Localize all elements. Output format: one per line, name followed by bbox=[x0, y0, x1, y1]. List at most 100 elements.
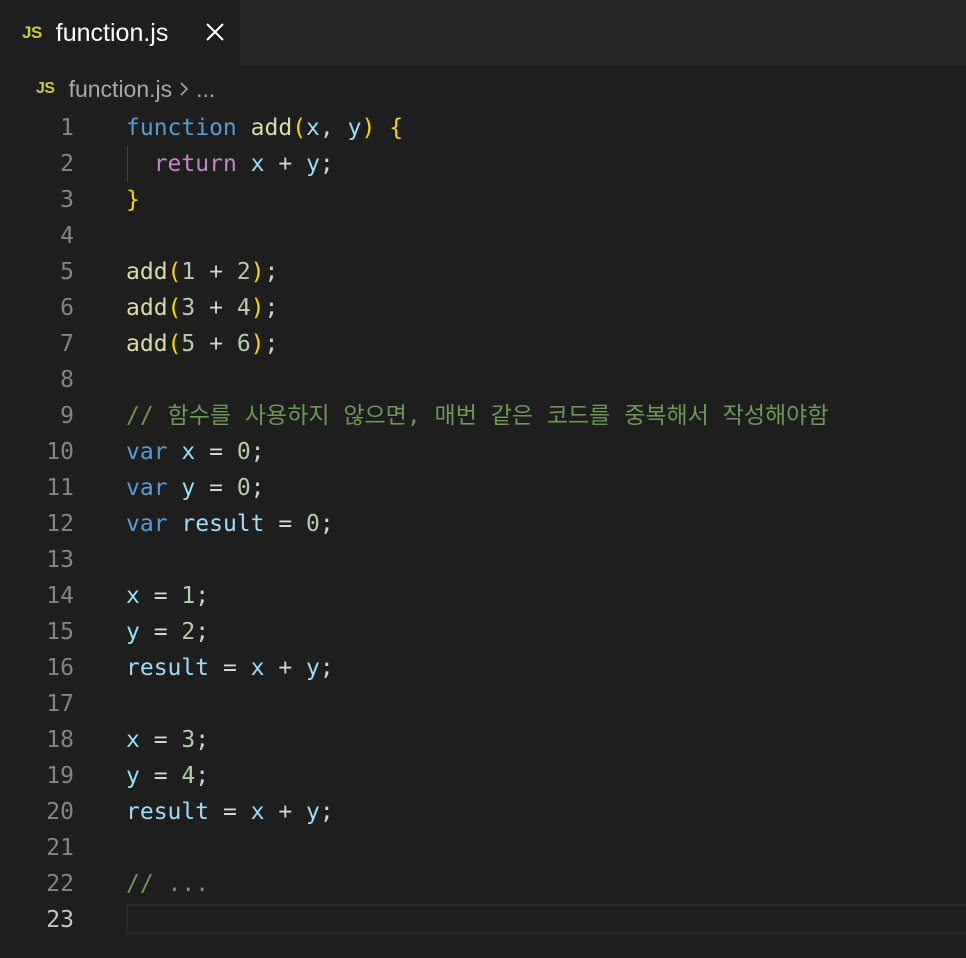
code-token: function bbox=[126, 115, 237, 141]
line-number: 17 bbox=[46, 691, 74, 717]
code-text: y = 4; bbox=[126, 758, 209, 794]
code-token: ; bbox=[319, 151, 334, 177]
code-token: ; bbox=[319, 511, 334, 537]
code-line[interactable]: 10 var x = 0; bbox=[0, 434, 966, 470]
code-token: + bbox=[195, 295, 237, 321]
code-token: y bbox=[126, 619, 140, 645]
code-editor[interactable]: 1 function add(x, y) {2 return x + y; 3} 4 5… bbox=[0, 110, 966, 938]
code-line[interactable]: 22 // ... bbox=[0, 866, 966, 902]
code-line[interactable]: 15 y = 2; bbox=[0, 614, 966, 650]
line-number: 13 bbox=[46, 547, 74, 573]
code-line[interactable]: 23 bbox=[0, 902, 966, 938]
code-line[interactable]: 12 var result = 0; bbox=[0, 506, 966, 542]
code-line[interactable]: 9 // 함수를 사용하지 않으면, 매번 같은 코드를 중복해서 작성해야함 bbox=[0, 398, 966, 434]
code-line[interactable]: 18 x = 3; bbox=[0, 722, 966, 758]
line-number: 12 bbox=[46, 511, 74, 537]
code-text: x = 1; bbox=[126, 578, 209, 614]
code-token: ; bbox=[319, 799, 334, 825]
line-number: 11 bbox=[46, 475, 74, 501]
tab-function-js[interactable]: JS function.js bbox=[0, 0, 240, 66]
code-line[interactable]: 7 add(5 + 6); bbox=[0, 326, 966, 362]
code-token: x bbox=[306, 115, 320, 141]
line-number: 15 bbox=[46, 619, 74, 645]
line-number: 21 bbox=[46, 835, 74, 861]
code-token: ; bbox=[195, 583, 210, 609]
code-token: 1 bbox=[181, 259, 196, 285]
line-number: 16 bbox=[46, 655, 74, 681]
code-token: ; bbox=[319, 655, 334, 681]
code-line[interactable]: 1 function add(x, y) { bbox=[0, 110, 966, 146]
line-number: 14 bbox=[46, 583, 74, 609]
code-line[interactable]: 13 bbox=[0, 542, 966, 578]
code-token: ; bbox=[250, 475, 265, 501]
code-line[interactable]: 6 add(3 + 4); bbox=[0, 290, 966, 326]
code-line[interactable]: 16 result = x + y; bbox=[0, 650, 966, 686]
code-token: ; bbox=[250, 439, 265, 465]
code-token: y bbox=[306, 799, 320, 825]
code-token: x bbox=[126, 727, 140, 753]
code-token: } bbox=[126, 187, 140, 213]
line-number: 23 bbox=[46, 907, 74, 933]
code-token: result bbox=[126, 655, 210, 681]
code-text: y = 2; bbox=[126, 614, 209, 650]
code-token: = bbox=[264, 511, 307, 537]
code-text: // 함수를 사용하지 않으면, 매번 같은 코드를 중복해서 작성해야함 bbox=[126, 398, 828, 434]
code-text: function add(x, y) { bbox=[126, 110, 403, 146]
code-token: = bbox=[209, 799, 251, 825]
code-token: 2 bbox=[181, 619, 196, 645]
code-line[interactable]: 17 bbox=[0, 686, 966, 722]
code-text: result = x + y; bbox=[126, 794, 334, 830]
code-token: x bbox=[181, 439, 196, 465]
code-token: + bbox=[264, 655, 307, 681]
code-line[interactable]: 21 bbox=[0, 830, 966, 866]
code-token: result bbox=[181, 511, 265, 537]
code-token: add bbox=[126, 259, 168, 285]
code-token: ) bbox=[250, 295, 265, 321]
code-token: 0 bbox=[236, 475, 251, 501]
code-text: add(3 + 4); bbox=[126, 290, 278, 326]
code-token: 1 bbox=[181, 583, 196, 609]
line-number: 10 bbox=[46, 439, 74, 465]
code-token: = bbox=[209, 655, 251, 681]
code-token: 0 bbox=[236, 439, 251, 465]
code-token: var bbox=[126, 439, 168, 465]
code-token: = bbox=[195, 439, 237, 465]
code-token: var bbox=[126, 475, 168, 501]
code-token: ( bbox=[292, 115, 307, 141]
code-line[interactable]: 4 bbox=[0, 218, 966, 254]
code-token: = bbox=[139, 619, 182, 645]
code-token: // 함수를 사용하지 않으면, 매번 같은 코드를 중복해서 작성해야함 bbox=[126, 403, 829, 429]
breadcrumb-file[interactable]: function.js bbox=[69, 76, 173, 103]
code-token: ( bbox=[167, 259, 182, 285]
close-icon[interactable] bbox=[200, 17, 230, 47]
code-token: { bbox=[389, 115, 404, 141]
code-line[interactable]: 11 var y = 0; bbox=[0, 470, 966, 506]
line-number: 18 bbox=[46, 727, 74, 753]
breadcrumb-more[interactable]: ... bbox=[196, 76, 215, 103]
code-token: return bbox=[153, 151, 237, 177]
code-token: + bbox=[264, 151, 307, 177]
code-line[interactable]: 5 add(1 + 2); bbox=[0, 254, 966, 290]
code-line[interactable]: 14 x = 1; bbox=[0, 578, 966, 614]
tab-bar: JS function.js bbox=[0, 0, 966, 66]
code-line[interactable]: 19 y = 4; bbox=[0, 758, 966, 794]
code-token: = bbox=[195, 475, 237, 501]
code-line[interactable]: 2 return x + y; bbox=[0, 146, 966, 182]
code-token: add bbox=[126, 295, 168, 321]
code-token: ) bbox=[250, 259, 265, 285]
code-token: + bbox=[195, 331, 237, 357]
code-token: 5 bbox=[181, 331, 196, 357]
code-text: add(5 + 6); bbox=[126, 326, 278, 362]
code-text: var result = 0; bbox=[126, 506, 334, 542]
code-line[interactable]: 20 result = x + y; bbox=[0, 794, 966, 830]
code-text: var y = 0; bbox=[126, 470, 265, 506]
tab-title: function.js bbox=[55, 18, 169, 47]
code-token: , bbox=[319, 115, 348, 141]
code-line[interactable]: 3} bbox=[0, 182, 966, 218]
code-line[interactable]: 8 bbox=[0, 362, 966, 398]
code-token: y bbox=[306, 151, 320, 177]
